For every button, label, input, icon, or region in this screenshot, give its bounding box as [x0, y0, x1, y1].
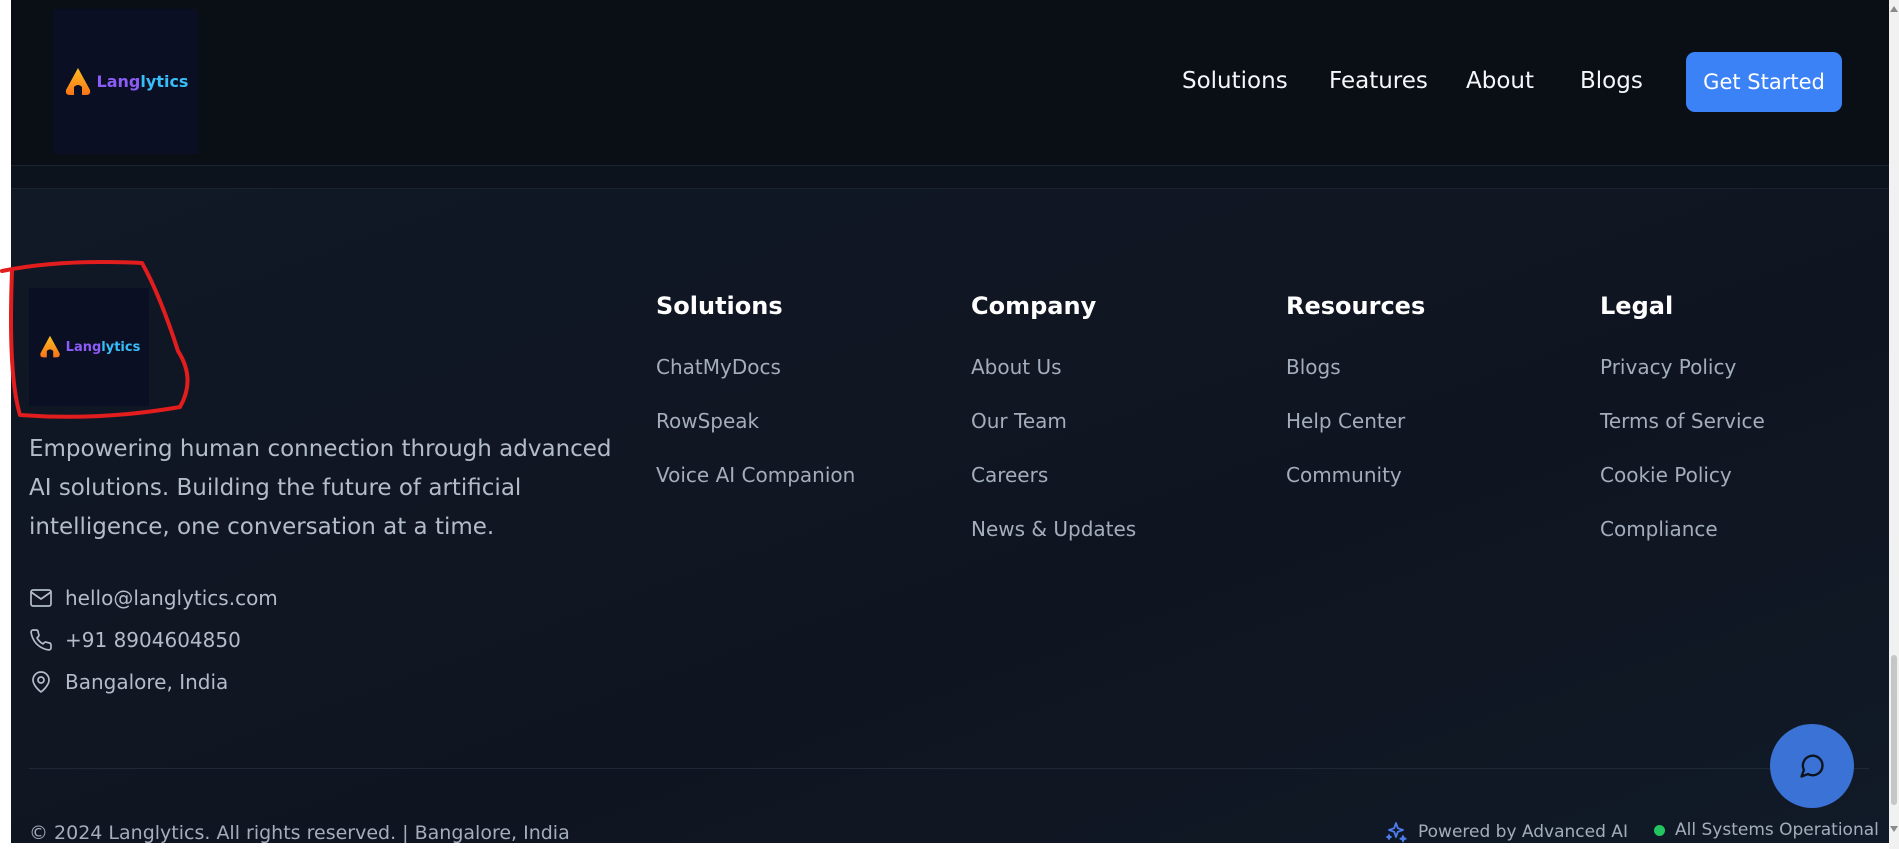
scroll-down-arrow[interactable] — [1890, 826, 1898, 832]
get-started-button[interactable]: Get Started — [1686, 52, 1842, 112]
footer-link-our-team[interactable]: Our Team — [971, 409, 1067, 433]
nav-link-features[interactable]: Features — [1329, 68, 1428, 94]
message-circle-icon — [1800, 754, 1824, 778]
scroll-thumb[interactable] — [1891, 655, 1897, 805]
footer-link-community[interactable]: Community — [1286, 463, 1402, 487]
scrollbar[interactable] — [1889, 0, 1899, 849]
sparkles-icon — [1386, 822, 1407, 843]
footer-logo-text: Langlytics — [65, 339, 141, 355]
contact-phone[interactable]: +91 8904604850 — [29, 628, 241, 652]
footer-link-careers[interactable]: Careers — [971, 463, 1048, 487]
footer-link-terms-of-service[interactable]: Terms of Service — [1600, 409, 1765, 433]
footer-link-chatmydocs[interactable]: ChatMyDocs — [656, 355, 781, 379]
phone-icon — [30, 629, 52, 651]
powered-by-text: Powered by Advanced AI — [1418, 822, 1628, 842]
footer-link-cookie-policy[interactable]: Cookie Policy — [1600, 463, 1732, 487]
footer-logo[interactable]: Langlytics — [29, 288, 149, 406]
nav-link-about[interactable]: About — [1466, 68, 1534, 94]
footer-col-title-solutions: Solutions — [656, 292, 783, 320]
footer-link-about-us[interactable]: About Us — [971, 355, 1062, 379]
bottom-strip — [0, 843, 1899, 849]
chat-widget-button[interactable] — [1770, 724, 1854, 808]
contact-phone-text: +91 8904604850 — [65, 628, 241, 652]
footer-col-title-legal: Legal — [1600, 292, 1674, 320]
header-logo[interactable]: Langlytics — [53, 9, 198, 154]
status-dot — [1654, 824, 1665, 836]
contact-location-text: Bangalore, India — [65, 670, 229, 694]
map-pin-icon — [32, 671, 50, 693]
nav-link-solutions[interactable]: Solutions — [1182, 68, 1288, 94]
flame-logo-icon — [39, 335, 60, 358]
footer-link-blogs[interactable]: Blogs — [1286, 355, 1341, 379]
footer-link-news-updates[interactable]: News & Updates — [971, 517, 1136, 541]
contact-email[interactable]: hello@langlytics.com — [29, 586, 278, 610]
footer-link-compliance[interactable]: Compliance — [1600, 517, 1718, 541]
flame-logo-icon — [65, 67, 90, 95]
footer-link-privacy-policy[interactable]: Privacy Policy — [1600, 355, 1736, 379]
footer-link-help-center[interactable]: Help Center — [1286, 409, 1405, 433]
mail-icon — [30, 589, 52, 607]
footer-col-title-company: Company — [971, 292, 1097, 320]
footer-link-rowspeak[interactable]: RowSpeak — [656, 409, 759, 433]
top-navbar: Langlytics Solutions Features About Blog… — [11, 0, 1889, 166]
status-text: All Systems Operational — [1675, 820, 1879, 840]
page-viewport: Langlytics Solutions Features About Blog… — [11, 0, 1889, 843]
nav-link-blogs[interactable]: Blogs — [1580, 68, 1643, 94]
footer-tagline: Empowering human connection through adva… — [29, 436, 612, 540]
footer-col-title-resources: Resources — [1286, 292, 1426, 320]
footer-link-voice-ai-companion[interactable]: Voice AI Companion — [656, 463, 855, 487]
contact-email-text: hello@langlytics.com — [65, 586, 278, 610]
powered-by: Powered by Advanced AI — [1384, 820, 1628, 843]
system-status: All Systems Operational — [1654, 820, 1879, 840]
contact-location: Bangalore, India — [29, 670, 228, 694]
header-logo-text: Langlytics — [96, 72, 189, 91]
scroll-up-arrow[interactable] — [1890, 6, 1898, 12]
copyright-text: © 2024 Langlytics. All rights reserved. … — [29, 822, 570, 843]
footer-divider — [29, 768, 1869, 769]
